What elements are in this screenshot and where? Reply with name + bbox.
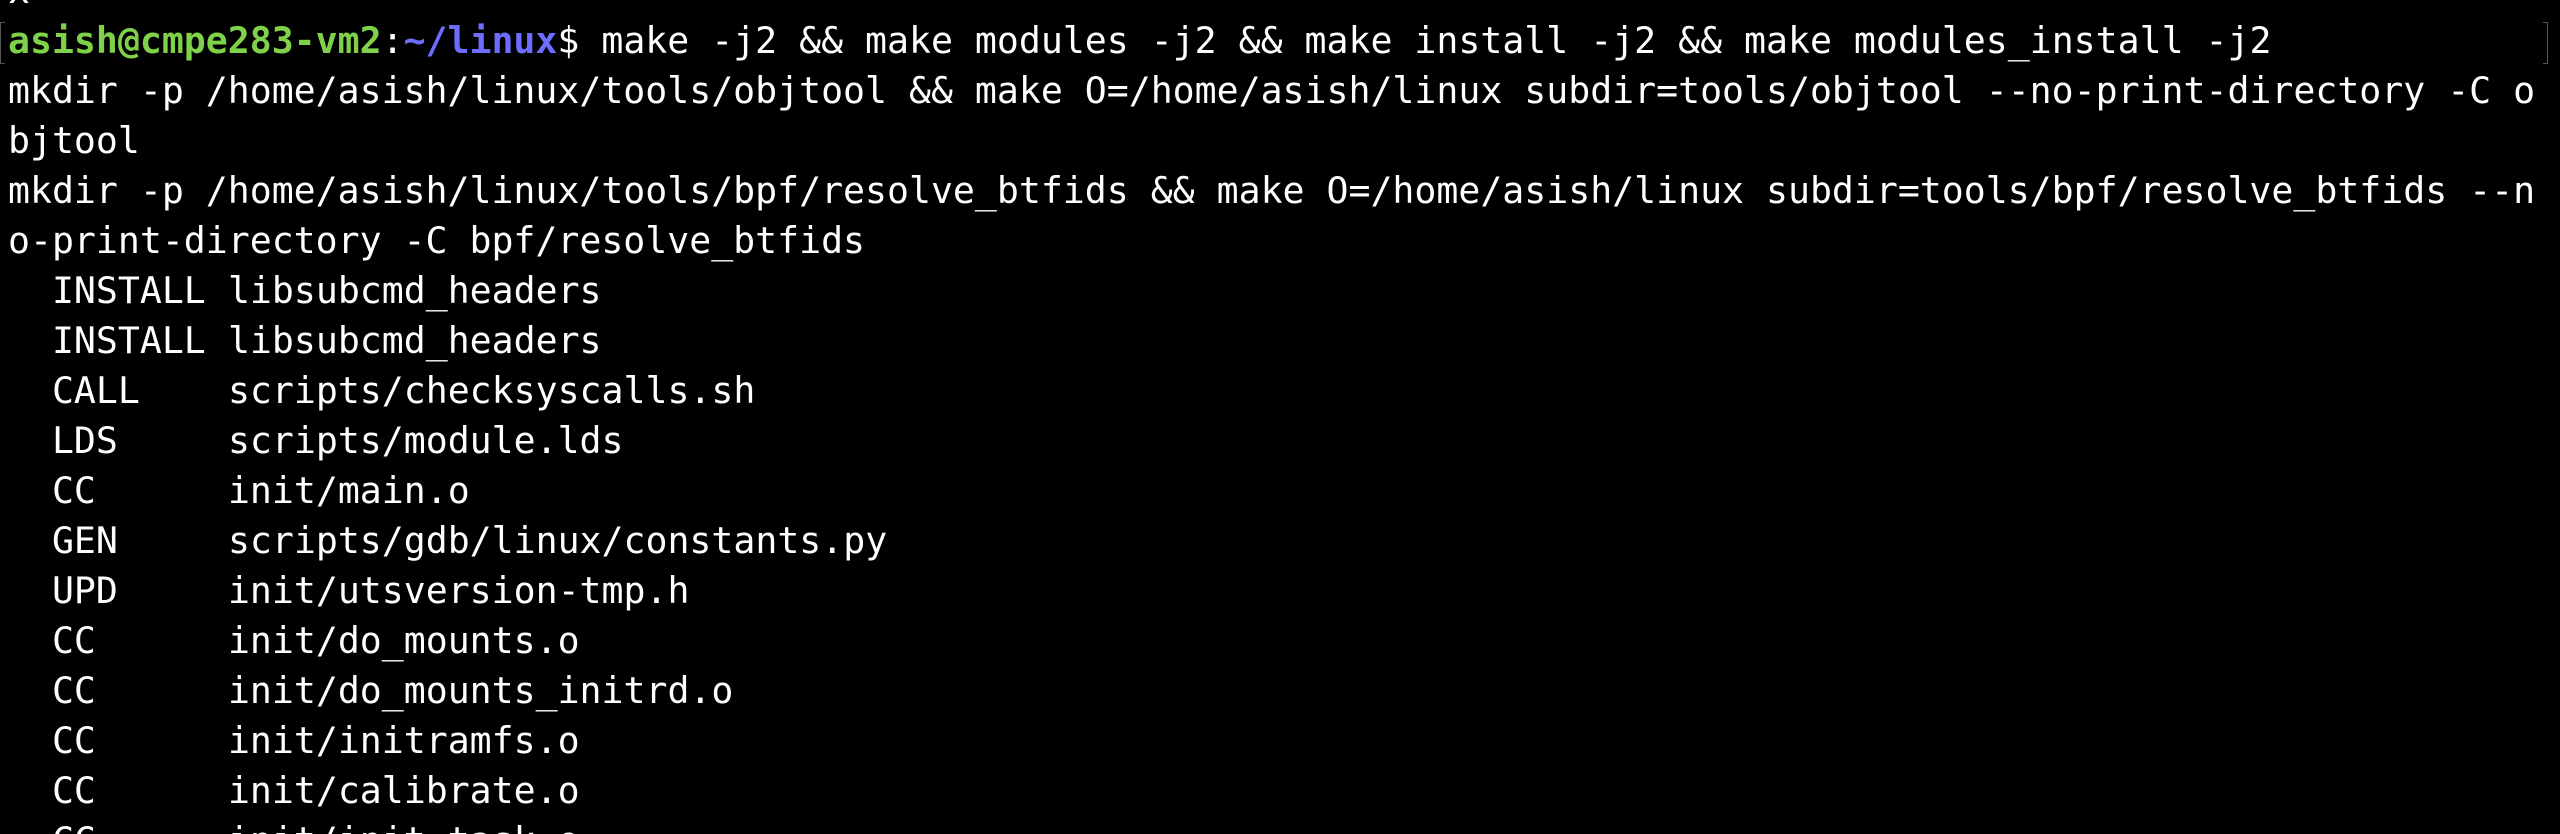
build-target: libsubcmd_headers <box>227 319 602 362</box>
build-tag: GEN <box>51 519 118 562</box>
build-tag: INSTALL <box>51 269 206 312</box>
selection-bracket-left <box>0 22 5 64</box>
prompt-user-host: asish@cmpe283-vm2 <box>8 19 382 62</box>
build-target: init/initramfs.o <box>227 719 580 762</box>
build-line: UPD init/utsversion-tmp.h <box>8 566 689 616</box>
build-target: libsubcmd_headers <box>227 269 602 312</box>
build-tag: INSTALL <box>51 319 206 362</box>
build-line: CC init/initramfs.o <box>8 716 580 766</box>
build-line: CC init/do_mounts.o <box>8 616 580 666</box>
build-target: init/utsversion-tmp.h <box>227 569 690 612</box>
build-line: CALL scripts/checksyscalls.sh <box>8 366 755 416</box>
prompt-path: ~/linux <box>403 19 558 62</box>
build-tag: CC <box>51 719 96 762</box>
output-line: mkdir -p /home/asish/linux/tools/objtool… <box>8 69 2536 112</box>
build-line: INSTALL libsubcmd_headers <box>8 266 602 316</box>
build-tag: LDS <box>51 419 118 462</box>
build-tag: UPD <box>51 569 118 612</box>
build-target: init/calibrate.o <box>227 769 580 812</box>
terminal-window[interactable]: x asish@cmpe283-vm2:~/linux$ make -j2 &&… <box>0 0 2560 834</box>
build-line: CC init/calibrate.o <box>8 766 580 816</box>
scrolled-off-output: x <box>8 0 30 16</box>
build-tag: CC <box>51 619 96 662</box>
build-target: init/main.o <box>227 469 470 512</box>
build-target: init/init_task.o <box>228 819 580 834</box>
output-line: bjtool <box>8 119 140 162</box>
build-tag: CC <box>51 669 96 712</box>
build-tag: CC <box>51 769 96 812</box>
build-target: init/do_mounts_initrd.o <box>227 669 734 712</box>
build-line: LDS scripts/module.lds <box>8 416 624 466</box>
build-line: CC init/do_mounts_initrd.o <box>8 666 733 716</box>
prompt-line: asish@cmpe283-vm2:~/linux$ make -j2 && m… <box>8 16 2271 66</box>
build-tag: CC <box>51 469 96 512</box>
build-line-partial: CCinit/init_task.o <box>8 816 580 834</box>
selection-bracket-right <box>2543 22 2548 64</box>
output-line: mkdir -p /home/asish/linux/tools/bpf/res… <box>8 169 2536 212</box>
build-line: CC init/main.o <box>8 466 470 516</box>
output-line: o-print-directory -C bpf/resolve_btfids <box>8 219 866 262</box>
build-line: INSTALL libsubcmd_headers <box>8 316 602 366</box>
command-text: make -j2 && make modules -j2 && make ins… <box>579 19 2272 62</box>
build-tag: CALL <box>51 369 140 412</box>
build-tag: CC <box>52 816 228 834</box>
prompt-colon: : <box>381 19 404 62</box>
prompt-dollar: $ <box>557 19 580 62</box>
build-target: scripts/checksyscalls.sh <box>227 369 756 412</box>
build-target: init/do_mounts.o <box>227 619 580 662</box>
build-line: GEN scripts/gdb/linux/constants.py <box>8 516 887 566</box>
build-target: scripts/module.lds <box>227 419 624 462</box>
build-target: scripts/gdb/linux/constants.py <box>227 519 888 562</box>
